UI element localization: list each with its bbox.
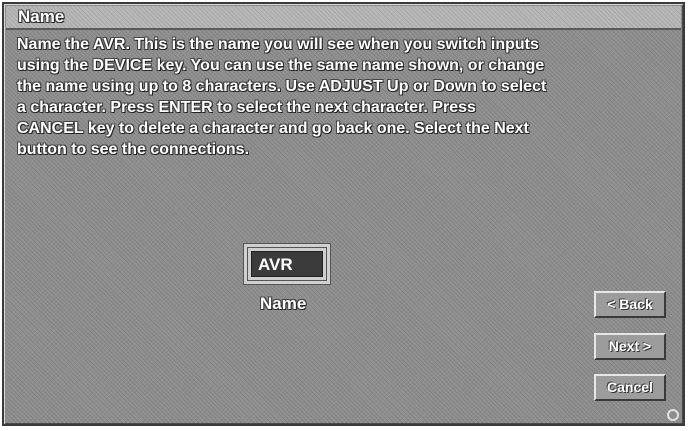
- status-circle-icon: [667, 409, 679, 421]
- cancel-button[interactable]: Cancel: [594, 374, 666, 401]
- title-bar: Name: [6, 6, 681, 30]
- screen-title: Name: [18, 7, 65, 26]
- next-button[interactable]: Next >: [594, 333, 666, 360]
- name-input[interactable]: AVR: [244, 244, 330, 284]
- back-button[interactable]: < Back: [594, 291, 666, 318]
- setup-screen: Name Name the AVR. This is the name you …: [2, 2, 685, 426]
- name-input-label: Name: [260, 294, 307, 313]
- name-input-value[interactable]: AVR: [251, 251, 323, 277]
- instruction-text: Name the AVR. This is the name you will …: [17, 36, 547, 158]
